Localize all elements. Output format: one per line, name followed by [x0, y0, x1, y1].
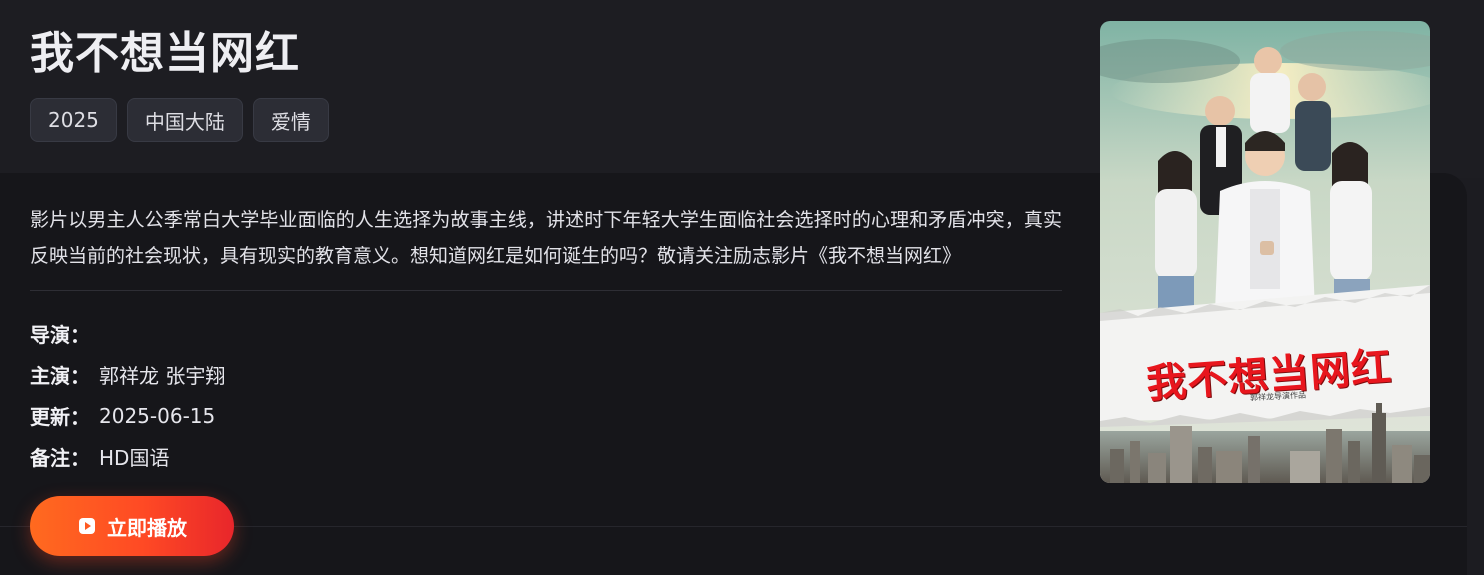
play-button-label: 立即播放 — [107, 515, 187, 540]
info-key: 导演： — [30, 323, 90, 347]
play-now-button[interactable]: 立即播放 — [30, 496, 234, 556]
movie-title: 我不想当网红 — [30, 28, 300, 79]
movie-info: 导演： 主演： 郭祥龙 张宇翔 更新： 2025-06-15 备注： HD国语 — [30, 313, 225, 477]
info-row-director: 导演： — [30, 313, 225, 354]
info-key: 备注： — [30, 446, 90, 470]
play-icon — [77, 516, 97, 536]
info-row-remark: 备注： HD国语 — [30, 436, 225, 477]
info-value: 2025-06-15 — [99, 403, 216, 428]
movie-detail-page: 我不想当网红 2025 中国大陆 爱情 影片以男主人公季常白大学毕业面临的人生选… — [0, 0, 1484, 575]
info-value: 郭祥龙 张宇翔 — [99, 364, 226, 388]
info-row-update: 更新： 2025-06-15 — [30, 395, 225, 436]
tag-region[interactable]: 中国大陆 — [126, 98, 243, 142]
right-edge — [1467, 185, 1484, 575]
info-key: 主演： — [30, 364, 90, 388]
tag-genre[interactable]: 爱情 — [252, 98, 329, 142]
movie-description: 影片以男主人公季常白大学毕业面临的人生选择为故事主线，讲述时下年轻大学生面临社会… — [30, 209, 1062, 267]
info-key: 更新： — [30, 405, 90, 429]
info-value: HD国语 — [99, 446, 170, 470]
movie-poster[interactable]: 我不想当网红 郭祥龙导演作品 — [1100, 21, 1430, 483]
tag-list: 2025 中国大陆 爱情 — [30, 98, 329, 142]
tag-year[interactable]: 2025 — [30, 98, 117, 142]
poster-artwork — [1100, 21, 1430, 483]
info-row-cast: 主演： 郭祥龙 张宇翔 — [30, 354, 225, 395]
divider — [30, 290, 1062, 291]
